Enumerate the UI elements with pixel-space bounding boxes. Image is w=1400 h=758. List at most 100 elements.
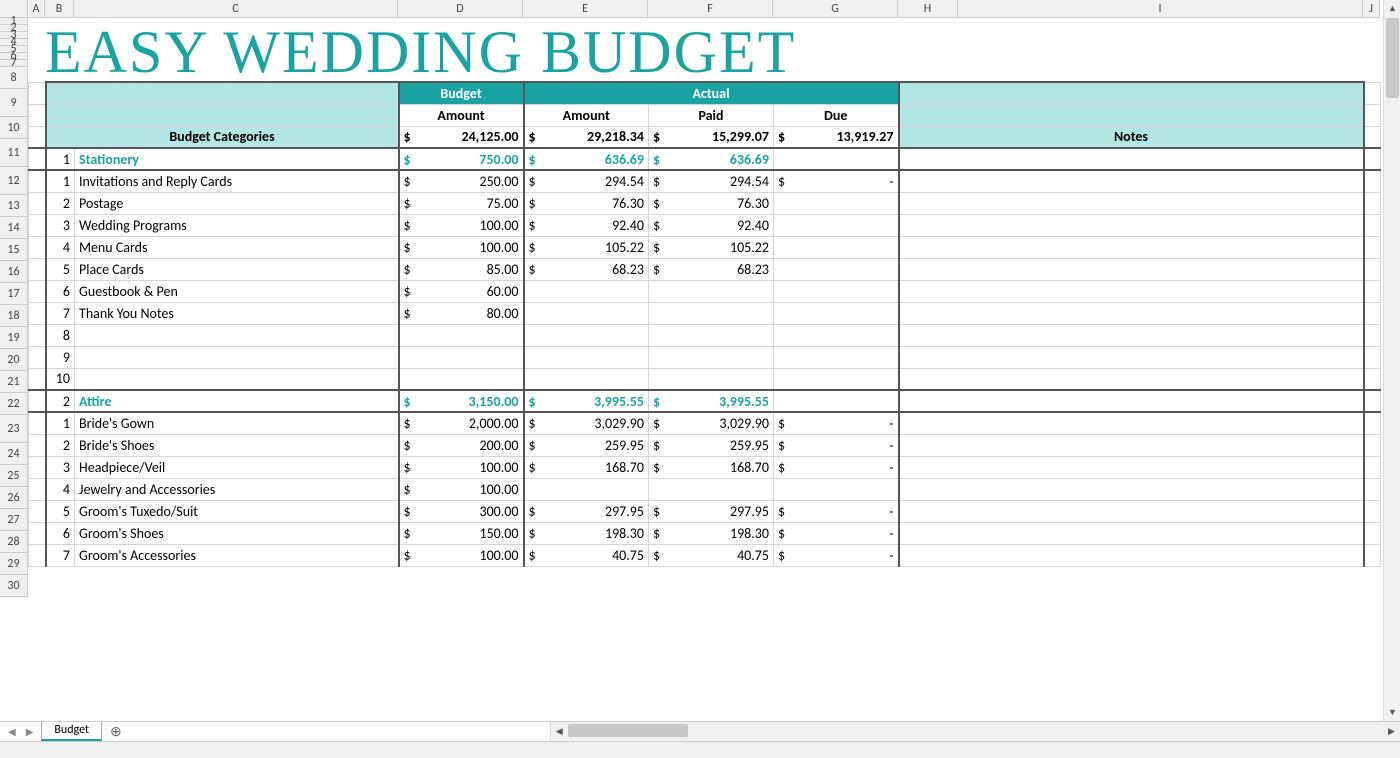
item-due[interactable] <box>774 478 899 500</box>
column-header-B[interactable]: B <box>45 0 74 18</box>
row-header-8[interactable]: 8 <box>0 67 28 89</box>
item-amount[interactable] <box>524 302 649 324</box>
item-budget[interactable]: $85.00 <box>399 258 524 280</box>
item-notes[interactable] <box>899 544 1364 566</box>
item-due[interactable] <box>774 346 899 368</box>
item-name[interactable]: Place Cards <box>75 258 399 280</box>
item-paid[interactable]: $198.30 <box>649 522 774 544</box>
item-name[interactable]: Groom's Accessories <box>75 544 399 566</box>
item-name[interactable]: Invitations and Reply Cards <box>75 170 399 192</box>
item-due[interactable] <box>774 258 899 280</box>
row-header-19[interactable]: 19 <box>0 327 28 349</box>
item-notes[interactable] <box>899 214 1364 236</box>
item-amount[interactable] <box>524 478 649 500</box>
item-paid[interactable] <box>649 368 774 390</box>
item-notes[interactable] <box>899 368 1364 390</box>
item-amount[interactable]: $297.95 <box>524 500 649 522</box>
column-header-F[interactable]: F <box>648 0 773 18</box>
item-amount[interactable]: $76.30 <box>524 192 649 214</box>
row-header-13[interactable]: 13 <box>0 195 28 217</box>
item-notes[interactable] <box>899 324 1364 346</box>
horizontal-scroll-thumb[interactable] <box>568 724 688 737</box>
item-amount[interactable] <box>524 280 649 302</box>
vertical-scroll-thumb[interactable] <box>1386 18 1399 98</box>
item-amount[interactable]: $105.22 <box>524 236 649 258</box>
item-paid[interactable]: $259.95 <box>649 434 774 456</box>
item-due[interactable]: $- <box>774 544 899 566</box>
scroll-down-icon[interactable]: ▼ <box>1384 704 1400 721</box>
section-notes[interactable] <box>899 148 1364 170</box>
column-header-A[interactable]: A <box>28 0 45 18</box>
item-name[interactable]: Menu Cards <box>75 236 399 258</box>
item-paid[interactable] <box>649 478 774 500</box>
section-notes[interactable] <box>899 390 1364 412</box>
item-paid[interactable]: $297.95 <box>649 500 774 522</box>
row-header-14[interactable]: 14 <box>0 217 28 239</box>
row-header-25[interactable]: 25 <box>0 465 28 487</box>
row-header-26[interactable]: 26 <box>0 487 28 509</box>
row-header-23[interactable]: 23 <box>0 415 28 443</box>
item-name[interactable]: Thank You Notes <box>75 302 399 324</box>
item-notes[interactable] <box>899 478 1364 500</box>
row-header-10[interactable]: 10 <box>0 117 28 139</box>
item-amount[interactable]: $68.23 <box>524 258 649 280</box>
row-header-27[interactable]: 27 <box>0 509 28 531</box>
row-header-16[interactable]: 16 <box>0 261 28 283</box>
item-amount[interactable]: $40.75 <box>524 544 649 566</box>
row-header-21[interactable]: 21 <box>0 371 28 393</box>
item-budget[interactable]: $100.00 <box>399 456 524 478</box>
add-sheet-icon[interactable]: ⊕ <box>102 722 130 741</box>
row-header-12[interactable]: 12 <box>0 167 28 195</box>
item-due[interactable] <box>774 236 899 258</box>
item-amount[interactable] <box>524 346 649 368</box>
row-header-11[interactable]: 11 <box>0 139 28 167</box>
column-header-H[interactable]: H <box>898 0 958 18</box>
item-notes[interactable] <box>899 522 1364 544</box>
item-paid[interactable]: $76.30 <box>649 192 774 214</box>
row-header-18[interactable]: 18 <box>0 305 28 327</box>
item-due[interactable] <box>774 302 899 324</box>
item-due[interactable] <box>774 214 899 236</box>
item-notes[interactable] <box>899 346 1364 368</box>
item-budget[interactable]: $100.00 <box>399 236 524 258</box>
row-header-17[interactable]: 17 <box>0 283 28 305</box>
item-amount[interactable]: $198.30 <box>524 522 649 544</box>
row-header-24[interactable]: 24 <box>0 443 28 465</box>
item-paid[interactable] <box>649 302 774 324</box>
item-notes[interactable] <box>899 456 1364 478</box>
item-budget[interactable]: $80.00 <box>399 302 524 324</box>
item-name[interactable] <box>75 368 399 390</box>
item-budget[interactable]: $75.00 <box>399 192 524 214</box>
scroll-left-icon[interactable]: ◀ <box>551 722 568 741</box>
scroll-up-icon[interactable]: ▲ <box>1384 0 1400 17</box>
tab-nav-next-icon[interactable]: ▶ <box>24 725 36 738</box>
item-amount[interactable] <box>524 324 649 346</box>
item-budget[interactable] <box>399 346 524 368</box>
item-paid[interactable] <box>649 324 774 346</box>
row-header-30[interactable]: 30 <box>0 575 28 597</box>
item-name[interactable] <box>75 346 399 368</box>
item-amount[interactable]: $3,029.90 <box>524 412 649 434</box>
item-due[interactable] <box>774 368 899 390</box>
item-due[interactable]: $- <box>774 500 899 522</box>
item-paid[interactable]: $92.40 <box>649 214 774 236</box>
spreadsheet-grid[interactable]: BudgetActualAmountAmountPaidDueBudget Ca… <box>28 18 1381 567</box>
item-paid[interactable]: $68.23 <box>649 258 774 280</box>
item-budget[interactable]: $150.00 <box>399 522 524 544</box>
vertical-scrollbar[interactable]: ▲ ▼ <box>1383 0 1400 721</box>
item-due[interactable] <box>774 280 899 302</box>
item-name[interactable]: Bride's Gown <box>75 412 399 434</box>
item-budget[interactable]: $100.00 <box>399 478 524 500</box>
row-header-29[interactable]: 29 <box>0 553 28 575</box>
horizontal-scrollbar[interactable]: ◀ ▶ <box>550 722 1400 741</box>
item-budget[interactable]: $60.00 <box>399 280 524 302</box>
item-paid[interactable]: $105.22 <box>649 236 774 258</box>
column-header-C[interactable]: C <box>74 0 398 18</box>
item-name[interactable]: Postage <box>75 192 399 214</box>
column-header-I[interactable]: I <box>958 0 1363 18</box>
item-paid[interactable]: $3,029.90 <box>649 412 774 434</box>
item-notes[interactable] <box>899 302 1364 324</box>
item-name[interactable]: Headpiece/Veil <box>75 456 399 478</box>
sheet-tab-budget[interactable]: Budget <box>41 722 102 741</box>
item-notes[interactable] <box>899 280 1364 302</box>
